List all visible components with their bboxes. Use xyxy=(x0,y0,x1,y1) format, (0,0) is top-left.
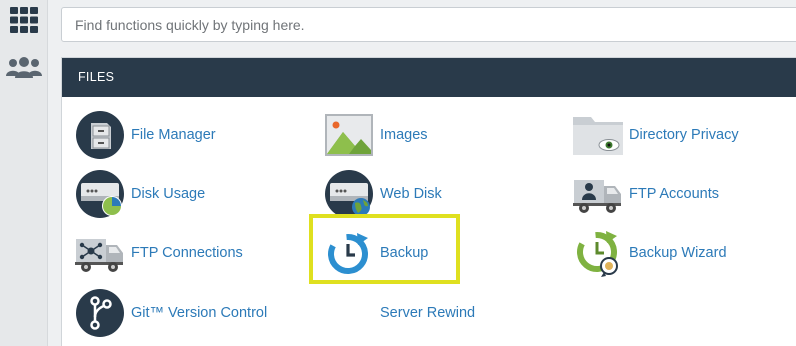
backup-link[interactable]: Backup xyxy=(324,228,428,278)
directory-privacy-icon xyxy=(573,110,623,160)
backup-wizard-icon xyxy=(573,228,623,278)
ftp-accounts-icon xyxy=(573,169,623,219)
section-title: FILES xyxy=(62,58,796,97)
backup-icon xyxy=(324,228,374,278)
grid-icon xyxy=(10,7,38,33)
users-button[interactable] xyxy=(0,48,48,88)
disk-usage-icon xyxy=(75,169,125,219)
file-manager-link[interactable]: File Manager xyxy=(75,110,216,160)
backup-wizard-link[interactable]: Backup Wizard xyxy=(573,228,727,278)
file-manager-icon xyxy=(75,110,125,160)
web-disk-icon xyxy=(324,169,374,219)
sidebar xyxy=(0,0,48,346)
disk-usage-link[interactable]: Disk Usage xyxy=(75,169,205,219)
search-input[interactable] xyxy=(61,7,796,42)
images-link[interactable]: Images xyxy=(324,110,428,160)
users-icon xyxy=(6,57,42,78)
ftp-connections-link[interactable]: FTP Connections xyxy=(75,228,243,278)
git-version-control-link[interactable]: Git™ Version Control xyxy=(75,288,267,338)
images-icon xyxy=(324,110,374,160)
server-rewind-link[interactable]: Server Rewind xyxy=(324,288,475,338)
ftp-connections-icon xyxy=(75,228,125,278)
web-disk-link[interactable]: Web Disk xyxy=(324,169,442,219)
apps-grid-button[interactable] xyxy=(0,0,48,40)
git-icon xyxy=(75,288,125,338)
ftp-accounts-link[interactable]: FTP Accounts xyxy=(573,169,719,219)
directory-privacy-link[interactable]: Directory Privacy xyxy=(573,110,739,160)
server-rewind-icon xyxy=(324,288,374,338)
